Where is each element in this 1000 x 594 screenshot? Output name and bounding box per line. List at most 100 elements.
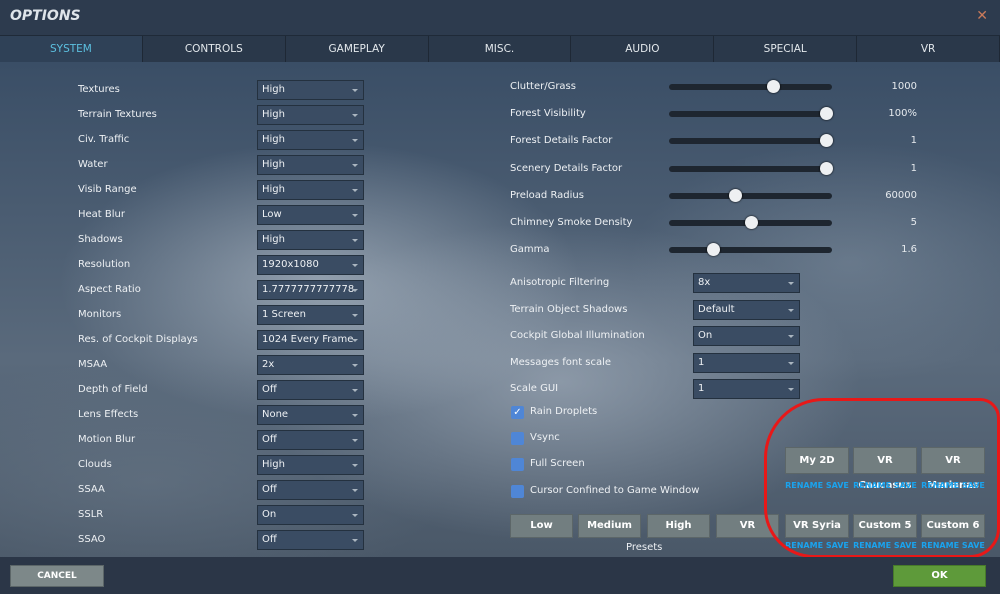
custom-preset-button[interactable]: My 2D	[785, 447, 849, 474]
slider-track[interactable]	[669, 80, 832, 93]
setting-dropdown[interactable]: Off	[257, 480, 364, 500]
setting-dropdown[interactable]: High	[257, 80, 364, 100]
dropdown-value: On	[698, 330, 713, 341]
dropdown-value: High	[262, 109, 285, 120]
slider-handle[interactable]	[729, 188, 743, 202]
custom-preset-button[interactable]: VR Caucasus	[853, 447, 917, 491]
setting-dropdown[interactable]: 1 Screen	[257, 305, 364, 325]
slider-handle[interactable]	[767, 80, 781, 93]
setting-dropdown[interactable]: On	[693, 326, 800, 346]
setting-label: Depth of Field	[78, 384, 148, 395]
checkbox[interactable]	[511, 432, 524, 445]
dropdown-value: 8x	[698, 277, 711, 288]
slider-handle[interactable]	[820, 134, 833, 148]
checkbox[interactable]: ✓	[511, 406, 524, 419]
slider-handle[interactable]	[706, 243, 720, 257]
checkbox[interactable]	[511, 485, 524, 498]
rename-link[interactable]: RENAME	[853, 481, 891, 490]
slider-label: Forest Visibility	[510, 108, 586, 120]
ok-button[interactable]: OK	[893, 565, 986, 587]
tab-vr[interactable]: VR	[857, 36, 1000, 62]
rename-link[interactable]: RENAME	[921, 481, 959, 490]
slider-track[interactable]	[669, 188, 832, 202]
checkbox[interactable]	[511, 458, 524, 471]
setting-dropdown[interactable]: 1920x1080	[257, 255, 364, 275]
setting-dropdown[interactable]: High	[257, 455, 364, 475]
save-link[interactable]: SAVE	[894, 541, 917, 550]
slider-track[interactable]	[669, 216, 832, 229]
setting-label: Motion Blur	[78, 434, 136, 445]
save-link[interactable]: SAVE	[962, 541, 985, 550]
setting-dropdown[interactable]: High	[257, 105, 364, 125]
setting-dropdown[interactable]: 8x	[693, 273, 800, 293]
tab-misc[interactable]: MISC.	[429, 36, 572, 62]
setting-dropdown[interactable]: Low	[257, 205, 364, 225]
setting-label: SSAO	[78, 534, 106, 545]
slider-track[interactable]	[669, 134, 833, 148]
cancel-button[interactable]: CANCEL	[10, 565, 104, 587]
tab-system[interactable]: SYSTEM	[0, 36, 143, 62]
preset-button[interactable]: High	[647, 514, 710, 538]
setting-label: Resolution	[78, 259, 131, 270]
slider-label: Chimney Smoke Density	[510, 217, 633, 228]
save-link[interactable]: SAVE	[826, 541, 849, 550]
chevron-down-icon	[352, 464, 358, 467]
setting-label: Civ. Traffic	[78, 134, 130, 145]
save-link[interactable]: SAVE	[826, 481, 849, 490]
dropdown-value: 1	[698, 356, 705, 368]
slider-handle[interactable]	[744, 216, 758, 229]
checkbox-label: Cursor Confined to Game Window	[530, 485, 700, 496]
dropdown-value: High	[262, 184, 285, 195]
setting-dropdown[interactable]: High	[257, 230, 364, 250]
setting-dropdown[interactable]: None	[257, 405, 364, 425]
setting-dropdown[interactable]: 1	[693, 352, 800, 373]
setting-dropdown[interactable]: Off	[257, 430, 364, 450]
slider-handle[interactable]	[820, 107, 833, 121]
custom-preset-button[interactable]: Custom 6	[921, 514, 985, 538]
custom-preset-button[interactable]: VR Syria	[785, 514, 849, 538]
preset-button[interactable]: Low	[510, 514, 573, 538]
dropdown-value: Off	[262, 484, 277, 495]
rename-link[interactable]: RENAME	[921, 541, 959, 550]
setting-dropdown[interactable]: Default	[693, 299, 800, 320]
rename-link[interactable]: RENAME	[853, 541, 891, 550]
setting-dropdown[interactable]: 2x	[257, 355, 364, 375]
setting-dropdown[interactable]: 1024 Every Frame	[257, 330, 364, 350]
dropdown-value: High	[262, 134, 285, 145]
chevron-down-icon	[788, 282, 794, 285]
setting-dropdown[interactable]: Off	[257, 380, 364, 400]
slider-track[interactable]	[669, 161, 833, 175]
setting-dropdown[interactable]: High	[257, 180, 364, 200]
dropdown-value: Low	[262, 209, 282, 220]
setting-dropdown[interactable]: High	[257, 155, 364, 175]
custom-preset-button[interactable]: Custom 5	[853, 514, 917, 538]
dropdown-value: Off	[262, 534, 277, 545]
chevron-down-icon	[352, 439, 358, 442]
chevron-down-icon	[352, 139, 358, 142]
setting-dropdown[interactable]: 1	[693, 379, 800, 399]
preset-button[interactable]: VR	[716, 514, 779, 538]
tab-gameplay[interactable]: GAMEPLAY	[286, 36, 429, 62]
rename-link[interactable]: RENAME	[785, 541, 823, 550]
chevron-down-icon	[788, 388, 794, 391]
save-link[interactable]: SAVE	[962, 481, 985, 490]
setting-dropdown[interactable]: High	[257, 130, 364, 150]
dropdown-value: 2x	[262, 359, 275, 370]
slider-handle[interactable]	[820, 161, 833, 175]
save-link[interactable]: SAVE	[894, 481, 917, 490]
rename-link[interactable]: RENAME	[785, 481, 823, 490]
setting-dropdown[interactable]: 1.7777777777778	[257, 280, 364, 300]
tab-audio[interactable]: AUDIO	[571, 36, 715, 62]
tab-special[interactable]: SPECIAL	[714, 36, 858, 62]
close-icon[interactable]: ✕	[976, 8, 988, 24]
setting-label: Messages font scale	[510, 356, 612, 368]
checkbox-label: Full Screen	[530, 458, 585, 469]
setting-dropdown[interactable]: On	[257, 505, 364, 525]
tab-controls[interactable]: CONTROLS	[143, 36, 286, 62]
slider-track[interactable]	[669, 243, 832, 257]
custom-preset-button[interactable]: VR Marianas	[921, 447, 985, 491]
checkbox-label: Rain Droplets	[530, 406, 598, 417]
setting-dropdown[interactable]: Off	[257, 530, 364, 550]
preset-button[interactable]: Medium	[578, 514, 641, 538]
slider-track[interactable]	[669, 107, 833, 121]
